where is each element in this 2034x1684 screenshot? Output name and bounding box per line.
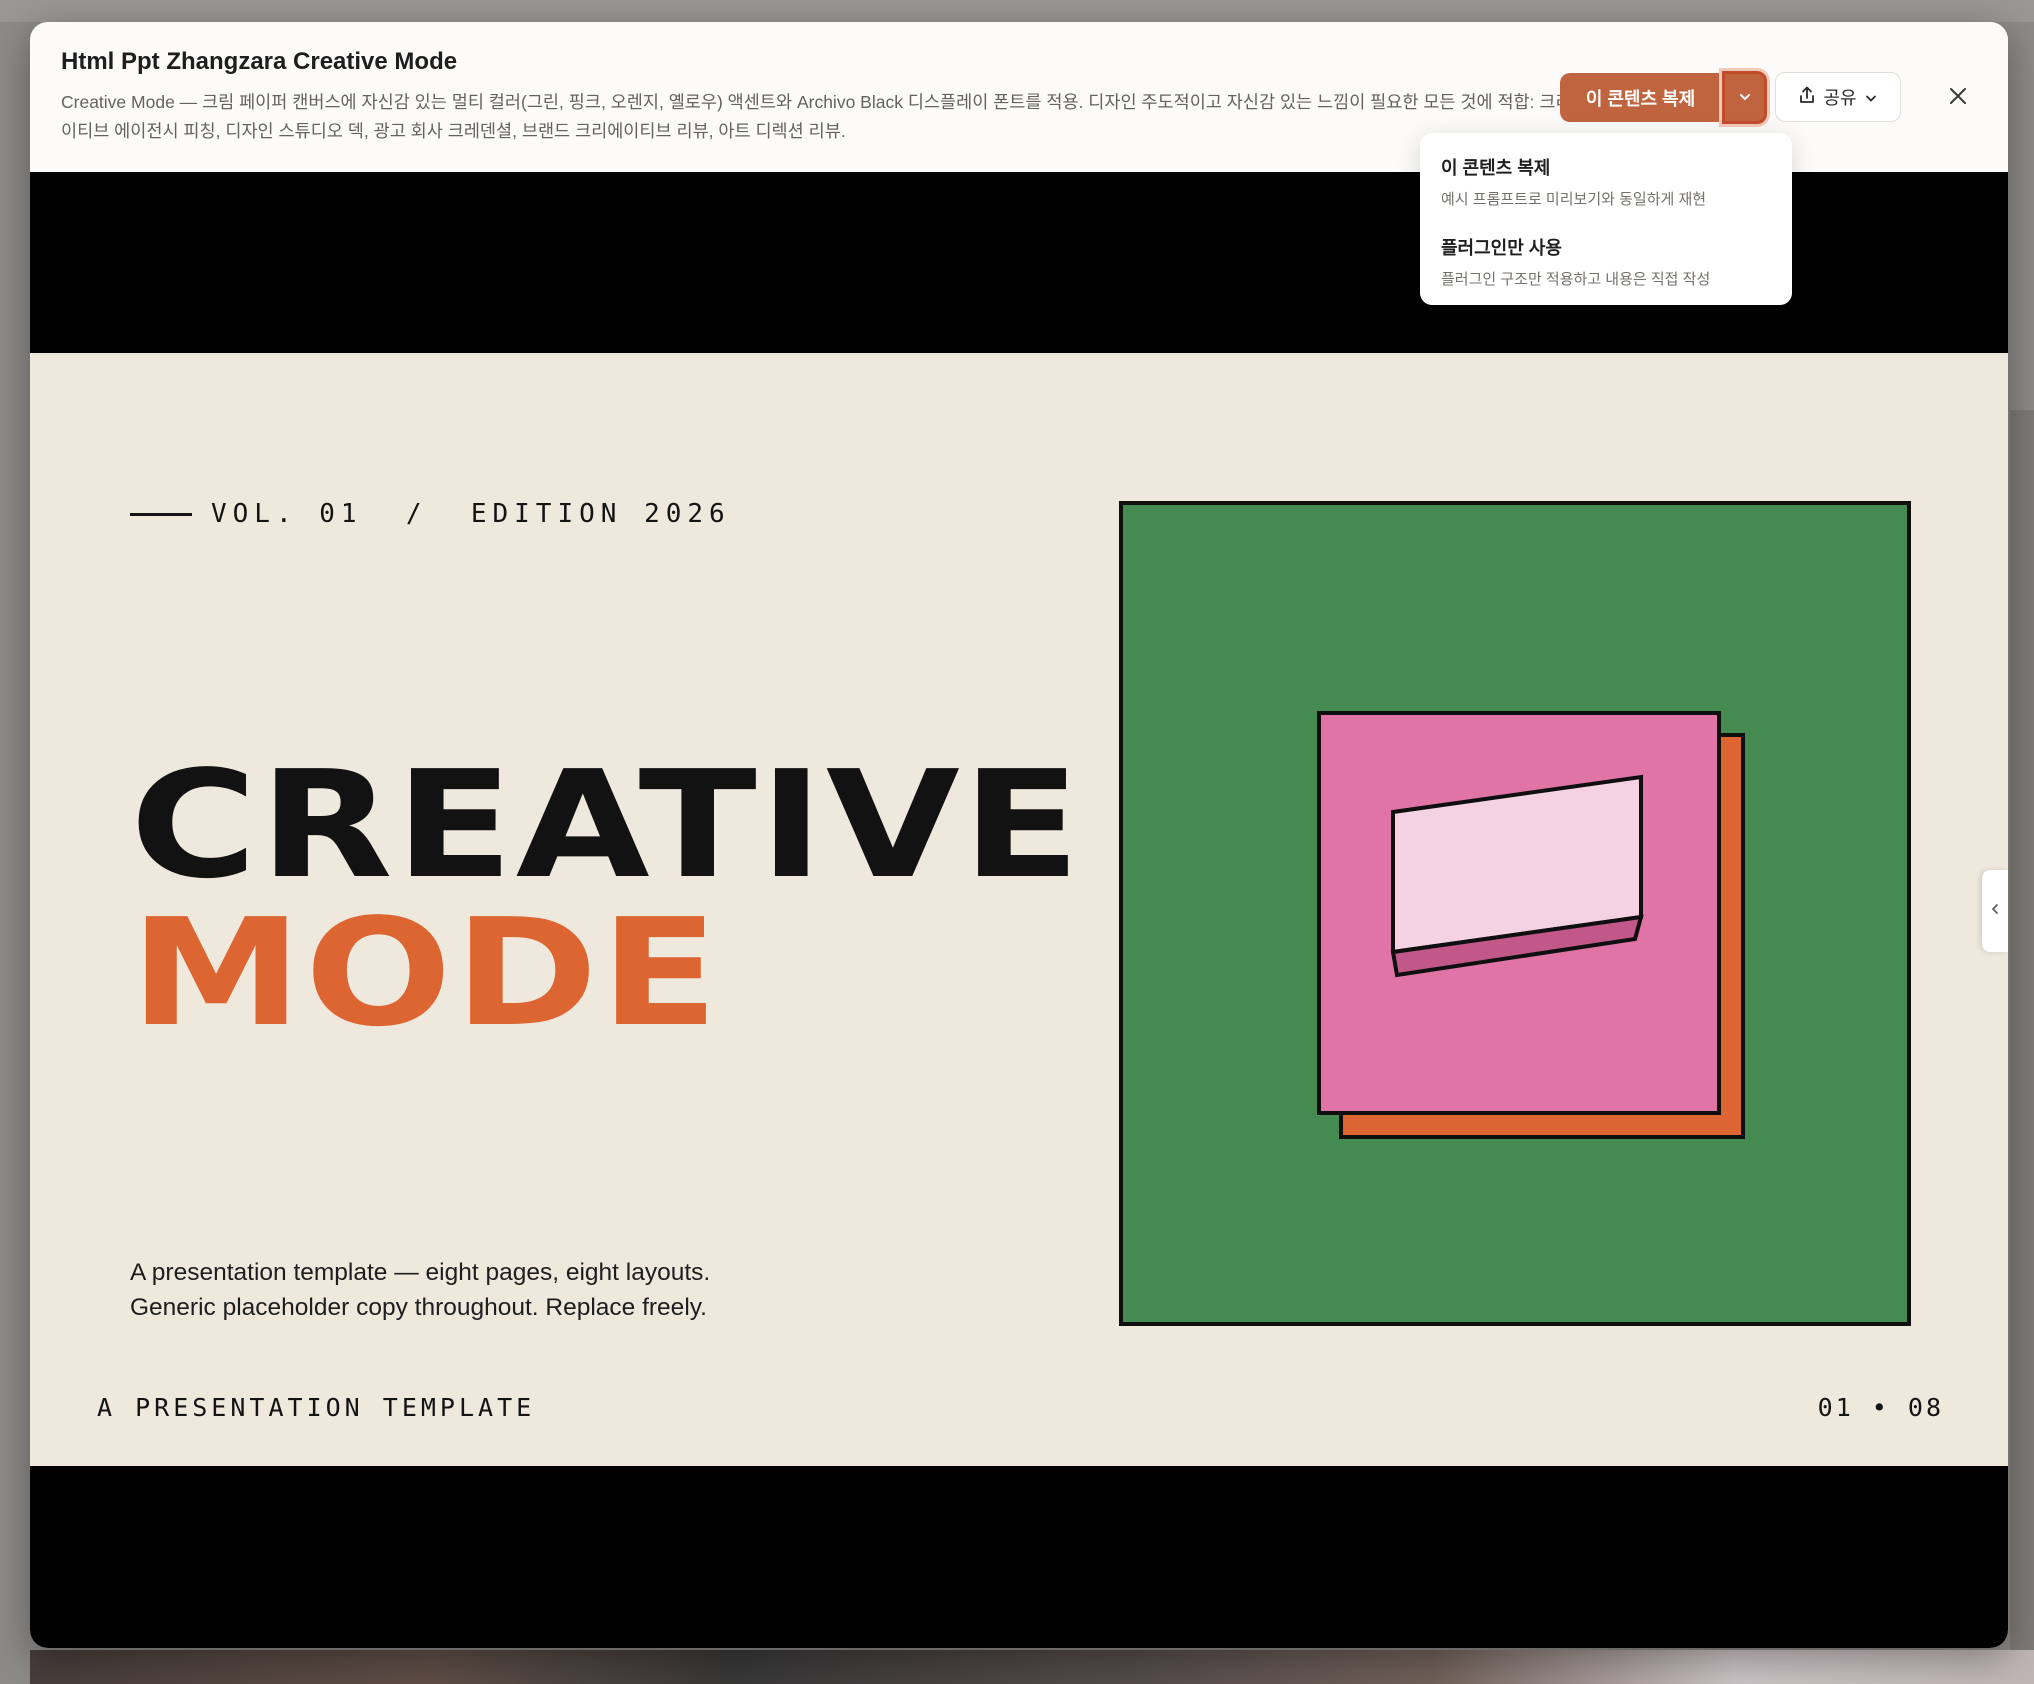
share-button[interactable]: 공유 — [1775, 72, 1901, 122]
slide-illustration — [1119, 501, 1911, 1326]
kicker-text: VOL. 01 / EDITION 2026 — [211, 499, 731, 529]
close-icon — [1948, 86, 1968, 111]
side-panel-toggle[interactable] — [1982, 870, 2008, 952]
slide-title-line2: MODE — [130, 887, 721, 1059]
layered-cards-illustration — [1317, 711, 1745, 1139]
slide-page-counter: 01 • 08 — [1817, 1393, 1944, 1422]
slide-body-line1: A presentation template — eight pages, e… — [130, 1259, 711, 1286]
slide-footer-left: A PRESENTATION TEMPLATE — [97, 1393, 536, 1422]
close-button[interactable] — [1942, 82, 1974, 114]
background-app-thumbnails — [30, 1650, 2034, 1684]
chevron-down-icon — [1738, 89, 1752, 107]
menu-item-title: 플러그인만 사용 — [1441, 238, 1562, 258]
slide-kicker: VOL. 01 / EDITION 2026 — [130, 499, 731, 529]
duplicate-options-menu: 이 콘텐츠 복제 예시 프롬프트로 미리보기와 동일하게 재현 플러그인만 사용… — [1420, 133, 1792, 305]
slide-body-line2: Generic placeholder copy throughout. Rep… — [130, 1294, 707, 1321]
share-upload-icon — [1799, 86, 1815, 109]
modal-description: Creative Mode — 크림 페이퍼 캔버스에 자신감 있는 멀티 컬러… — [61, 92, 1588, 141]
share-label: 공유 — [1823, 88, 1857, 108]
modal-title: Html Ppt Zhangzara Creative Mode — [61, 48, 458, 75]
menu-item-subtitle: 예시 프롬프트로 미리보기와 동일하게 재현 — [1441, 191, 1707, 208]
chevron-down-icon — [1865, 87, 1877, 108]
menu-item-title: 이 콘텐츠 복제 — [1441, 158, 1551, 178]
slide-preview: VOL. 01 / EDITION 2026 CREATIVE MODE A p… — [30, 353, 2008, 1466]
preview-modal: Html Ppt Zhangzara Creative Mode Creativ… — [30, 22, 2008, 1648]
background-app-bar — [0, 0, 2034, 22]
slide-title-line1: CREATIVE — [130, 739, 1083, 911]
duplicate-content-button[interactable]: 이 콘텐츠 복제 — [1560, 73, 1721, 122]
menu-item-subtitle: 플러그인 구조만 적용하고 내용은 직접 작성 — [1441, 271, 1711, 288]
background-app-edge — [2010, 410, 2034, 1650]
slide-body: A presentation template — eight pages, e… — [130, 1255, 710, 1325]
menu-item-plugin-only[interactable]: 플러그인만 사용 플러그인 구조만 적용하고 내용은 직접 작성 — [1441, 234, 1781, 289]
duplicate-options-toggle[interactable] — [1722, 71, 1767, 124]
chevron-left-icon — [1991, 902, 1999, 920]
kicker-rule — [130, 512, 192, 516]
letterbox-bottom — [30, 1466, 2008, 1648]
menu-item-duplicate-content[interactable]: 이 콘텐츠 복제 예시 프롬프트로 미리보기와 동일하게 재현 — [1441, 154, 1781, 209]
